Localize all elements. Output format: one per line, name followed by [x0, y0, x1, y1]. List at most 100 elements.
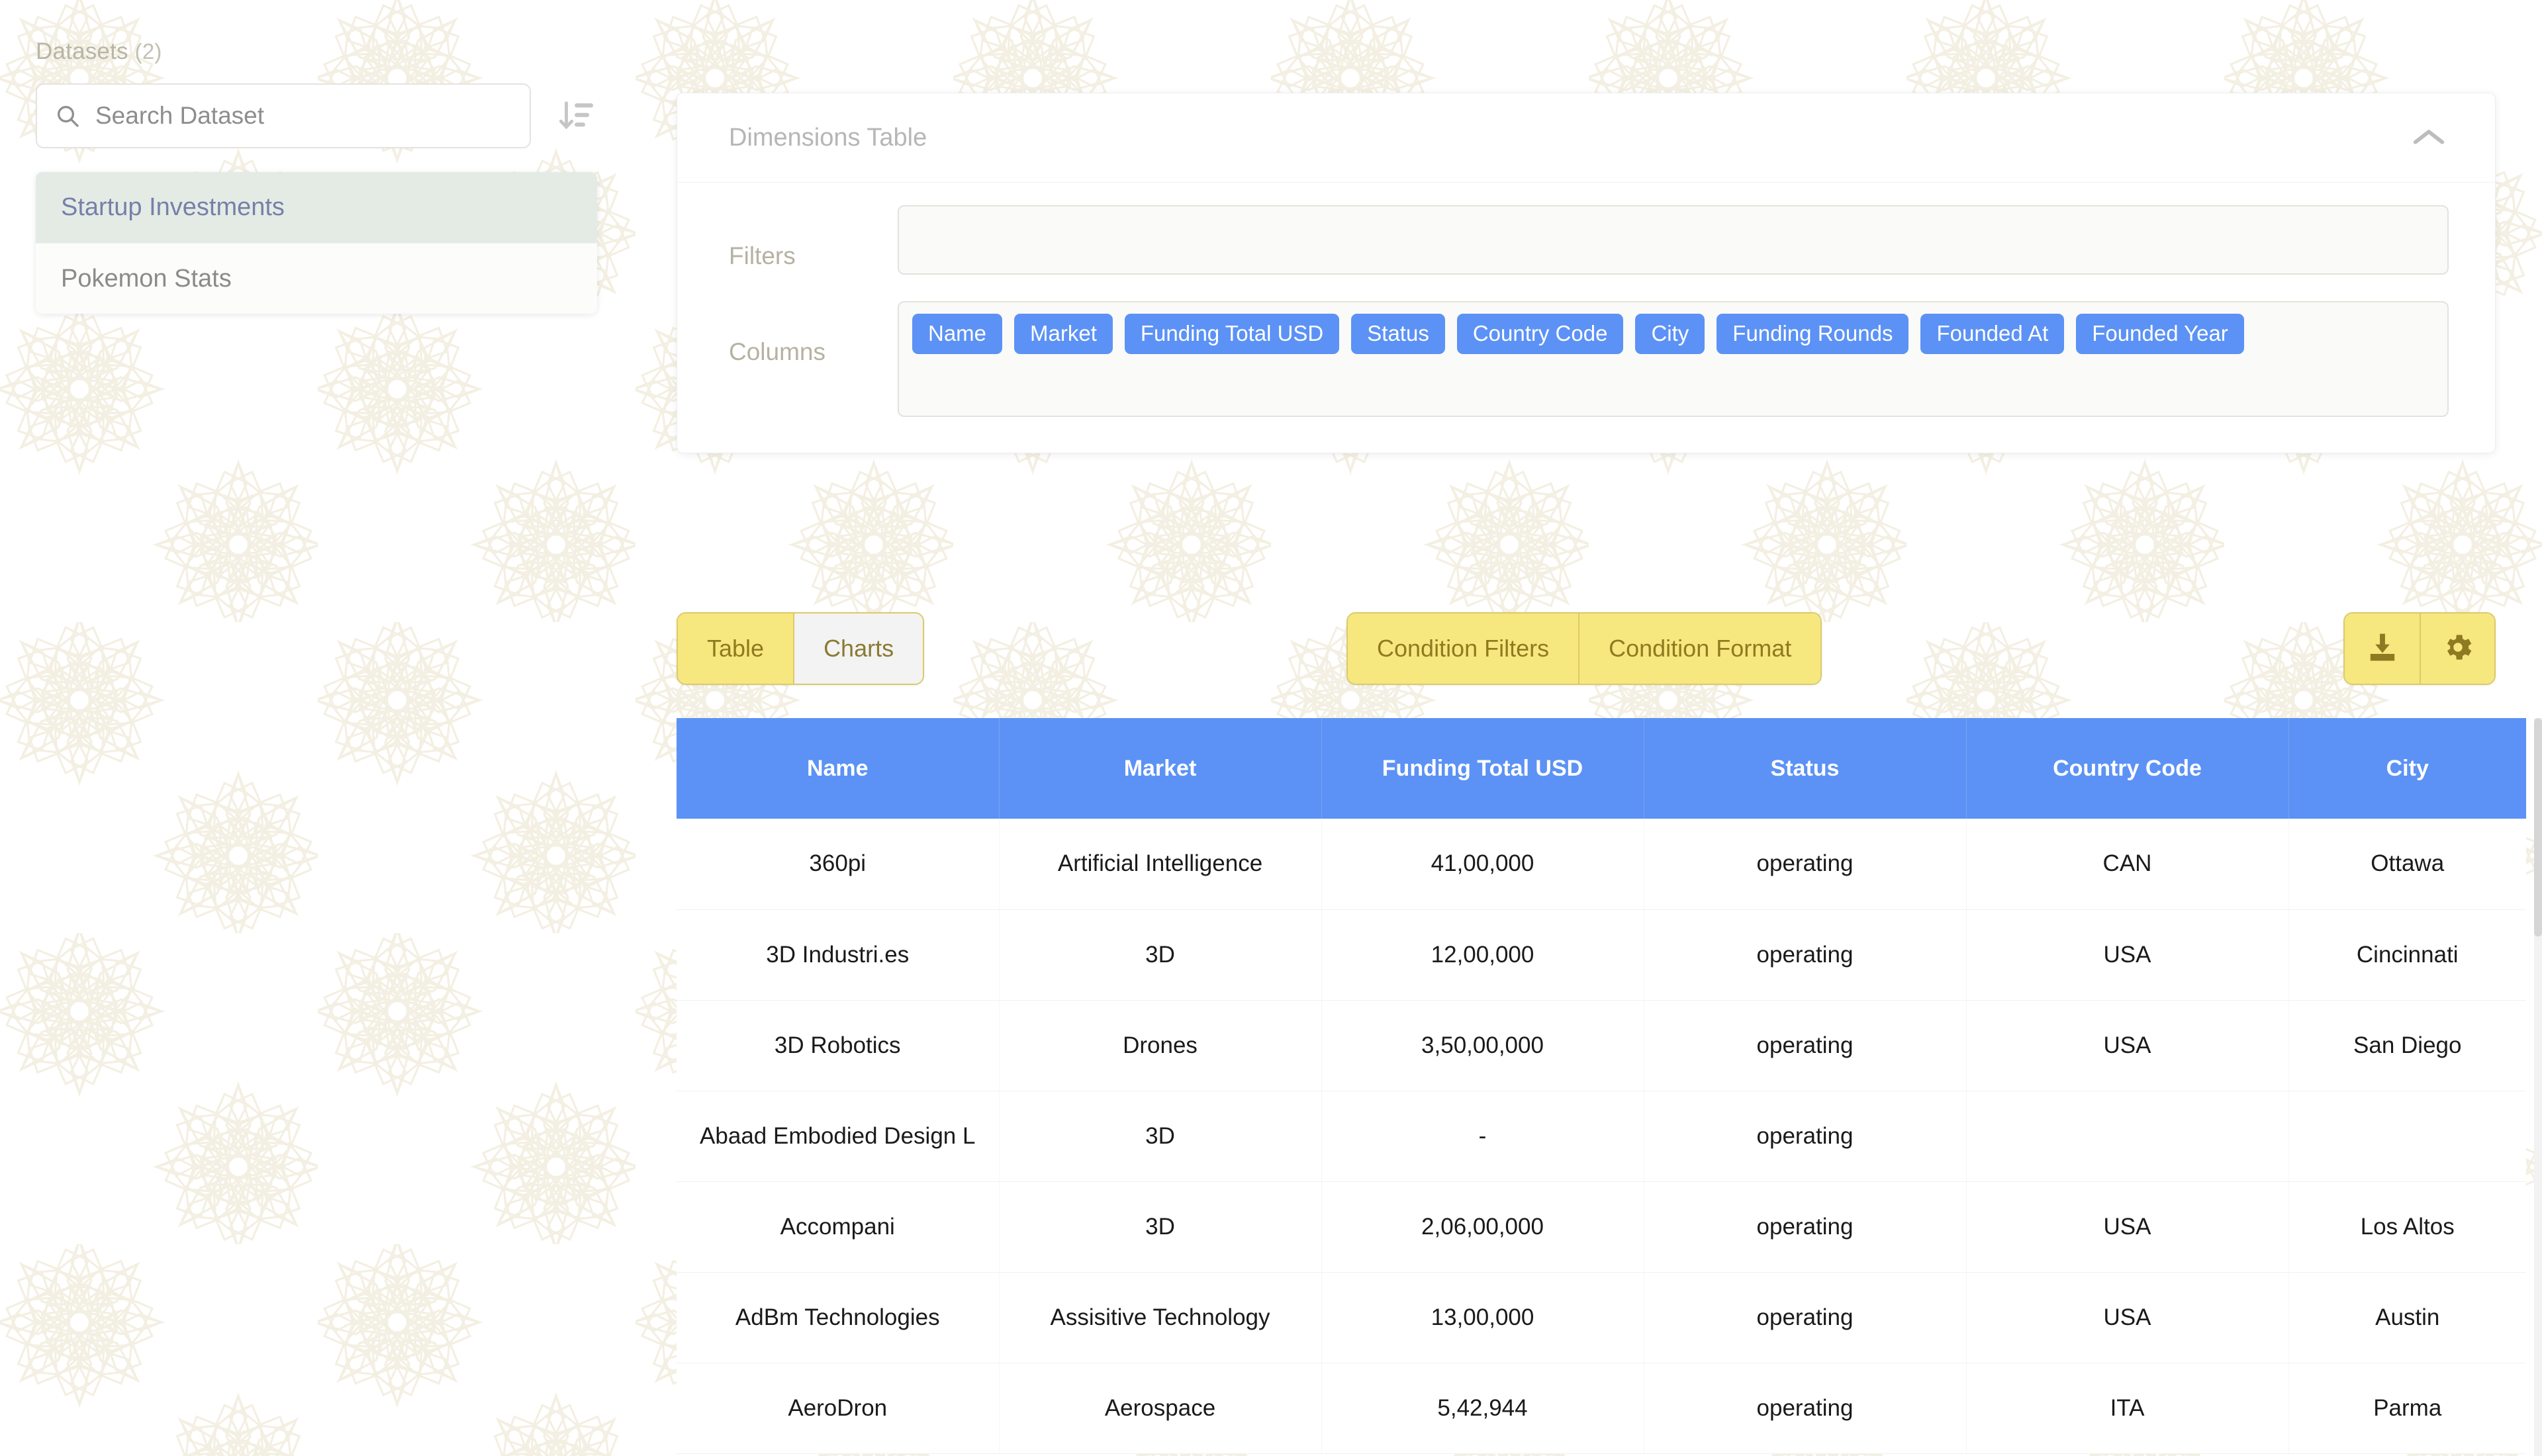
column-chip-founded-at[interactable]: Founded At [1920, 314, 2065, 354]
dataset-list: Startup Investments Pokemon Stats [36, 172, 597, 314]
settings-button[interactable] [2420, 614, 2494, 684]
cell-city: Los Altos [2288, 1181, 2526, 1273]
cell-country-code: USA [1966, 1272, 2289, 1363]
column-chip-market[interactable]: Market [1014, 314, 1113, 354]
cell-status: operating [1644, 819, 1967, 910]
cell-funding: - [1321, 1091, 1644, 1182]
table-row[interactable]: 3D Robotics Drones 3,50,00,000 operating… [677, 1000, 2526, 1091]
dataset-item-label: Startup Investments [61, 193, 285, 221]
table-header-row: Name Market Funding Total USD Status Cou… [677, 718, 2526, 819]
cell-country-code: USA [1966, 1000, 2289, 1091]
cell-funding: 41,00,000 [1321, 819, 1644, 910]
condition-filters-button[interactable]: Condition Filters [1348, 614, 1579, 684]
cell-status: operating [1644, 1091, 1967, 1182]
cell-funding: 2,06,00,000 [1321, 1181, 1644, 1273]
cell-funding: 12,00,000 [1321, 909, 1644, 1001]
condition-format-button[interactable]: Condition Format [1578, 614, 1821, 684]
filters-row: Filters [729, 205, 2449, 275]
dataset-item-label: Pokemon Stats [61, 264, 232, 293]
cell-status: operating [1644, 1272, 1967, 1363]
datasets-heading: Datasets (2) [36, 38, 669, 65]
scrollbar-thumb[interactable] [2534, 718, 2542, 936]
cell-name: Abaad Embodied Design L [677, 1091, 1000, 1182]
dimensions-card-body: Filters Columns Name Market Funding Tota… [677, 183, 2495, 453]
dataset-search-row [36, 83, 598, 148]
filters-input[interactable] [898, 205, 2449, 275]
column-header-status[interactable]: Status [1644, 718, 1967, 819]
cell-name: 360pi [677, 819, 1000, 910]
cell-market: 3D [999, 1091, 1322, 1182]
sort-descending-icon[interactable] [553, 93, 598, 139]
column-chip-city[interactable]: City [1635, 314, 1705, 354]
columns-row: Columns Name Market Funding Total USD St… [729, 301, 2449, 417]
column-header-market[interactable]: Market [999, 718, 1322, 819]
page-title: Dimensions Table [729, 123, 927, 152]
cell-market: Drones [999, 1000, 1322, 1091]
data-table-container[interactable]: Name Market Funding Total USD Status Cou… [677, 718, 2534, 1456]
filters-label: Filters [729, 242, 796, 269]
search-dataset-box[interactable] [36, 83, 531, 148]
tab-table[interactable]: Table [678, 614, 794, 684]
cell-market: 3D [999, 909, 1322, 1001]
table-row[interactable]: 3D Industri.es 3D 12,00,000 operating US… [677, 909, 2526, 1001]
column-chip-name[interactable]: Name [912, 314, 1003, 354]
cell-city: Austin [2288, 1272, 2526, 1363]
cell-country-code: USA [1966, 1181, 2289, 1273]
data-table: Name Market Funding Total USD Status Cou… [677, 718, 2526, 1454]
download-button[interactable] [2345, 614, 2420, 684]
cell-city: San Diego [2288, 1000, 2526, 1091]
condition-button-group: Condition Filters Condition Format [1346, 612, 1822, 685]
search-icon [54, 103, 81, 129]
datasets-panel: Datasets (2) Search Dataset Startup Inve… [0, 0, 669, 314]
column-chip-funding-rounds[interactable]: Funding Rounds [1717, 314, 1909, 354]
table-row[interactable]: AeroDron Aerospace 5,42,944 operating IT… [677, 1363, 2526, 1454]
cell-status: operating [1644, 909, 1967, 1001]
cell-funding: 3,50,00,000 [1321, 1000, 1644, 1091]
column-chip-country-code[interactable]: Country Code [1456, 314, 1624, 354]
columns-label: Columns [729, 338, 825, 365]
table-body: 360pi Artificial Intelligence 41,00,000 … [677, 819, 2526, 1454]
table-row[interactable]: Accompani 3D 2,06,00,000 operating USA L… [677, 1181, 2526, 1273]
download-icon [2365, 630, 2400, 668]
column-header-country-code[interactable]: Country Code [1966, 718, 2289, 819]
cell-status: operating [1644, 1181, 1967, 1273]
cell-country-code: CAN [1966, 819, 2289, 910]
cell-name: 3D Robotics [677, 1000, 1000, 1091]
columns-chip-container[interactable]: Name Market Funding Total USD Status Cou… [898, 301, 2449, 417]
cell-market: 3D [999, 1181, 1322, 1273]
chevron-up-icon[interactable] [2402, 118, 2455, 158]
table-toolbar: Table Charts Condition Filters Condition… [677, 612, 2496, 685]
table-row[interactable]: Abaad Embodied Design L 3D - operating [677, 1091, 2526, 1182]
column-header-funding-total-usd[interactable]: Funding Total USD [1321, 718, 1644, 819]
column-chip-founded-year[interactable]: Founded Year [2076, 314, 2244, 354]
search-input[interactable] [95, 102, 512, 130]
table-row[interactable]: AdBm Technologies Assisitive Technology … [677, 1272, 2526, 1363]
dataset-list-item-startup-investments[interactable]: Startup Investments [36, 172, 597, 243]
cell-status: operating [1644, 1363, 1967, 1454]
cell-city: Cincinnati [2288, 909, 2526, 1001]
column-chip-funding-total-usd[interactable]: Funding Total USD [1124, 314, 1340, 354]
cell-city [2288, 1091, 2526, 1182]
cell-status: operating [1644, 1000, 1967, 1091]
datasets-heading-label: Datasets [36, 38, 128, 64]
cell-name: 3D Industri.es [677, 909, 1000, 1001]
column-header-name[interactable]: Name [677, 718, 1000, 819]
action-button-group [2343, 612, 2496, 685]
cell-funding: 5,42,944 [1321, 1363, 1644, 1454]
dimensions-card-header: Dimensions Table [677, 93, 2495, 183]
table-vertical-scrollbar[interactable] [2534, 718, 2542, 1456]
cell-city: Parma [2288, 1363, 2526, 1454]
table-row[interactable]: 360pi Artificial Intelligence 41,00,000 … [677, 819, 2526, 910]
cell-country-code: USA [1966, 909, 2289, 1001]
cell-name: AdBm Technologies [677, 1272, 1000, 1363]
column-chip-status[interactable]: Status [1351, 314, 1445, 354]
dataset-list-item-pokemon-stats[interactable]: Pokemon Stats [36, 243, 597, 314]
dimensions-table-card: Dimensions Table Filters Columns Name Ma… [677, 93, 2496, 453]
cell-market: Aerospace [999, 1363, 1322, 1454]
gear-icon [2441, 630, 2475, 668]
tab-charts[interactable]: Charts [793, 614, 923, 684]
cell-market: Artificial Intelligence [999, 819, 1322, 910]
column-header-city[interactable]: City [2288, 718, 2526, 819]
datasets-count: (2) [134, 39, 162, 64]
cell-name: Accompani [677, 1181, 1000, 1273]
